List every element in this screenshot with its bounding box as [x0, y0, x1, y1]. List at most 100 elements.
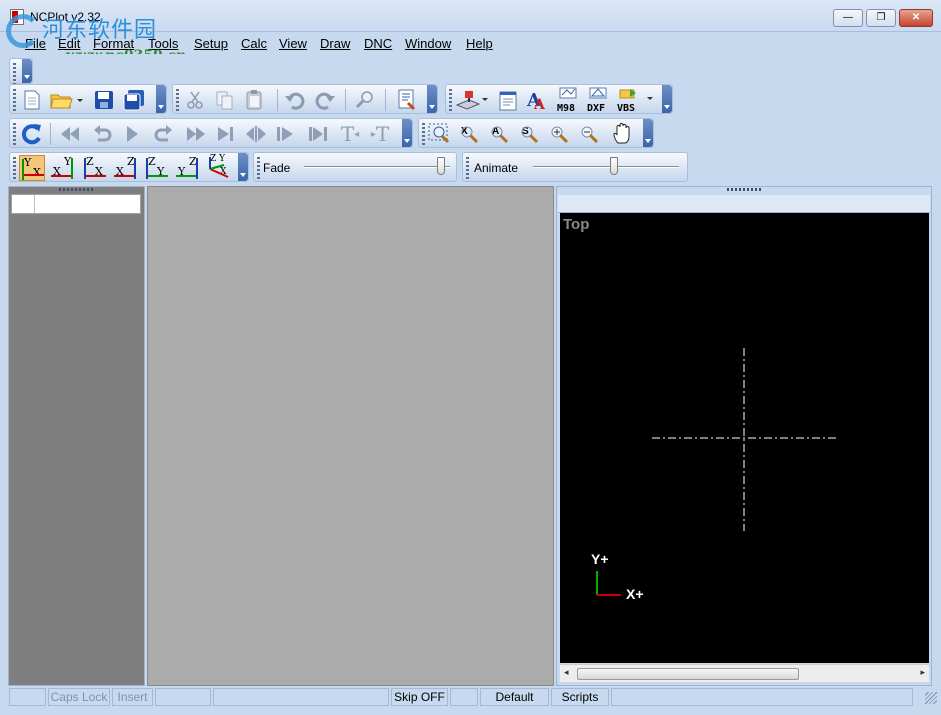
resize-grip-icon[interactable] [925, 692, 937, 704]
toolbar-overflow-button[interactable] [427, 85, 437, 113]
file-list-header[interactable] [11, 194, 141, 214]
zoom-window-icon[interactable] [427, 122, 451, 146]
save-all-icon[interactable] [122, 88, 146, 112]
status-panel-empty [450, 688, 478, 706]
find-icon[interactable] [353, 88, 377, 112]
toolbar-planes: Y X Y X Z X Z X Z Y Z Y Z Y X [9, 152, 249, 182]
plane-yz-left-button[interactable]: Z Y [174, 155, 200, 181]
new-file-icon[interactable] [20, 88, 44, 112]
plane-axis-top: Z [86, 155, 94, 168]
toolbar-overflow-button[interactable] [22, 59, 32, 83]
axis-x-label: X+ [626, 586, 644, 602]
status-caps-lock: Caps Lock [48, 688, 110, 706]
pane-grip[interactable] [59, 188, 95, 191]
plane-yz-right-button[interactable]: Z Y [144, 155, 170, 181]
toolbar-grip[interactable] [13, 157, 16, 179]
status-scripts: Scripts [551, 688, 609, 706]
text-left-icon[interactable]: T ◂ [338, 122, 362, 146]
minimize-button[interactable]: — [833, 9, 863, 27]
toolbar-grip[interactable] [13, 123, 16, 145]
maximize-button[interactable]: ❐ [866, 9, 896, 27]
font-icon[interactable]: AA [526, 88, 550, 112]
cut-icon[interactable] [183, 88, 207, 112]
save-icon[interactable] [92, 88, 116, 112]
text-right-label: T [375, 122, 390, 146]
rewind-icon[interactable] [58, 122, 82, 146]
zoom-out-icon[interactable] [577, 122, 601, 146]
notepad-icon[interactable] [496, 88, 520, 112]
menu-window[interactable]: Window [405, 36, 451, 51]
animate-slider-thumb[interactable] [610, 157, 618, 175]
end-icon[interactable] [214, 122, 238, 146]
watermark-logo-icon [6, 14, 40, 48]
fast-forward-icon[interactable] [184, 122, 208, 146]
step-forward-icon[interactable] [152, 122, 176, 146]
zoom-s-icon[interactable]: S [517, 122, 541, 146]
status-insert: Insert [112, 688, 153, 706]
plane-xy-top-button[interactable]: Y X [19, 155, 45, 181]
plane-isometric-button[interactable]: Z Y X [206, 154, 232, 181]
file-list-pane [8, 186, 145, 686]
scroll-right-icon[interactable]: ▸ [920, 667, 925, 678]
menu-setup[interactable]: Setup [194, 36, 228, 51]
scroll-left-icon[interactable]: ◂ [564, 667, 569, 678]
open-folder-icon[interactable] [48, 88, 86, 112]
origin-crosshair [596, 348, 836, 596]
zoom-in-icon[interactable] [547, 122, 571, 146]
toolbar-grip[interactable] [449, 89, 452, 111]
menu-draw[interactable]: Draw [320, 36, 350, 51]
toolbar-grip[interactable] [422, 123, 425, 145]
menu-view[interactable]: View [279, 36, 307, 51]
editor-pane[interactable] [147, 186, 554, 686]
toolbar-overflow-button[interactable] [643, 119, 653, 147]
scrollbar-thumb[interactable] [577, 668, 799, 680]
paste-icon[interactable] [243, 88, 267, 112]
toolbar-grip[interactable] [176, 89, 179, 111]
menu-calc[interactable]: Calc [241, 36, 267, 51]
plane-xy-bottom-button[interactable]: Y X [49, 155, 75, 181]
plane-xz-front-button[interactable]: Z X [82, 155, 108, 181]
dxf-icon[interactable]: DXF [586, 87, 612, 113]
fade-slider-track[interactable] [304, 166, 450, 168]
close-button[interactable]: ✕ [899, 9, 933, 27]
backplot-viewport[interactable]: Top Y+ X+ [560, 213, 929, 663]
toolbar-overflow-button[interactable] [238, 153, 248, 181]
zoom-a-icon[interactable]: A [487, 122, 511, 146]
redo-icon[interactable] [313, 88, 337, 112]
toolbar-grip[interactable] [13, 63, 16, 85]
menu-help[interactable]: Help [466, 36, 493, 51]
find-replace-icon[interactable] [395, 88, 419, 112]
header-column-divider[interactable] [34, 195, 35, 213]
refresh-icon[interactable] [20, 122, 44, 146]
status-skip: Skip OFF [391, 688, 448, 706]
pane-grip[interactable] [727, 188, 763, 191]
split-icon[interactable] [244, 122, 268, 146]
toolbar-file [9, 84, 167, 114]
machine-icon[interactable] [454, 88, 490, 112]
fade-slider-thumb[interactable] [437, 157, 445, 175]
toolbar-grip[interactable] [257, 157, 260, 179]
vbs-icon[interactable]: VBS [616, 88, 656, 113]
copy-icon[interactable] [213, 88, 237, 112]
step-back-icon[interactable] [90, 122, 114, 146]
toolbar-animate: Animate [462, 152, 688, 182]
fade-label: Fade [263, 161, 291, 175]
text-right-icon[interactable]: ▸ T [368, 122, 392, 146]
toolbar-tools: AA M98 DXF VBS [445, 84, 673, 114]
pan-hand-icon[interactable] [611, 122, 635, 146]
toolbar-overflow-button[interactable] [156, 85, 166, 113]
horizontal-scrollbar[interactable]: ◂ ▸ [560, 664, 929, 682]
zoom-x-icon[interactable]: X [457, 122, 481, 146]
plane-xz-back-button[interactable]: Z X [112, 155, 138, 181]
m98-icon[interactable]: M98 [556, 87, 582, 113]
next-block-icon[interactable] [274, 122, 298, 146]
undo-icon[interactable] [283, 88, 307, 112]
play-icon[interactable] [120, 122, 144, 146]
menu-dnc[interactable]: DNC [364, 36, 392, 51]
toolbar-overflow-button[interactable] [402, 119, 412, 147]
toolbar-overflow-button[interactable] [662, 85, 672, 113]
toolbar-grip[interactable] [466, 157, 469, 179]
last-icon[interactable] [306, 122, 330, 146]
toolbar-grip[interactable] [13, 89, 16, 111]
animate-slider-track[interactable] [533, 166, 679, 168]
